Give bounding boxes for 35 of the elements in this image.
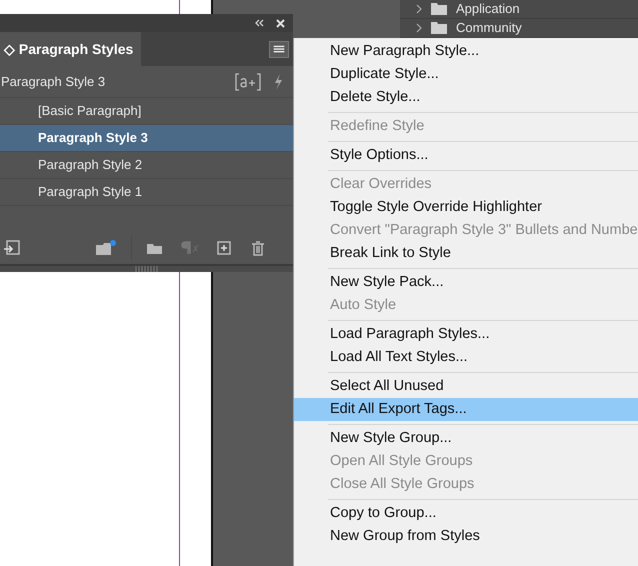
style-list-item[interactable]: Paragraph Style 1 [0,179,293,206]
panel-tab[interactable]: ◇ Paragraph Styles [0,32,141,66]
folder-badge-icon[interactable] [95,240,117,256]
lightning-icon[interactable] [273,72,283,90]
menu-item[interactable]: Copy to Group... [294,502,638,525]
new-item-icon[interactable] [217,241,231,255]
menu-item[interactable]: Duplicate Style... [294,63,638,86]
menu-icon[interactable] [269,40,289,58]
close-icon[interactable] [276,18,285,28]
menu-item[interactable]: Delete Style... [294,86,638,109]
paragraph-mark-icon [180,241,200,255]
menu-item[interactable]: Style Options... [294,144,638,167]
current-style-label: Paragraph Style 3 [0,72,106,91]
menu-item[interactable]: Toggle Style Override Highlighter [294,196,638,219]
style-list-item[interactable]: Paragraph Style 3 [0,125,293,152]
folder-icon [430,2,448,16]
folder-label[interactable]: Application [456,0,520,19]
menu-item[interactable]: New Group from Styles [294,525,638,548]
trash-icon[interactable] [251,240,265,256]
menu-item[interactable]: Load Paragraph Styles... [294,323,638,346]
folder-icon[interactable] [146,242,163,254]
resize-grip-icon[interactable] [134,266,158,272]
menu-item[interactable]: Break Link to Style [294,242,638,265]
folder-label[interactable]: Community [456,18,522,38]
menu-item[interactable]: New Paragraph Style... [294,40,638,63]
collapse-icon[interactable] [255,19,264,27]
menu-item[interactable]: Edit All Export Tags... [294,398,638,421]
menu-item[interactable]: Load All Text Styles... [294,346,638,369]
menu-item[interactable]: Select All Unused [294,375,638,398]
menu-item[interactable]: New Style Group... [294,427,638,450]
load-styles-icon[interactable] [3,240,20,256]
style-list-item[interactable]: Paragraph Style 2 [0,152,293,179]
folder-icon [430,21,448,35]
menu-item[interactable]: New Style Pack... [294,271,638,294]
new-style-icon[interactable] [235,72,261,90]
